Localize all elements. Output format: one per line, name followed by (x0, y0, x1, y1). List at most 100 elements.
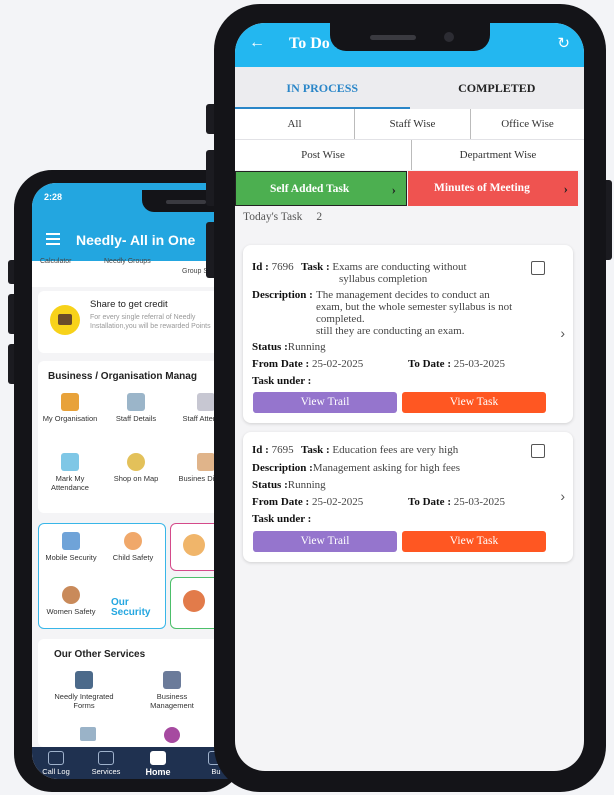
today-task-count: Today's Task 2 (243, 211, 322, 223)
task-title: syllabus completion (339, 273, 428, 285)
tile-label[interactable]: Calculator (40, 258, 72, 265)
tile-label: Needly Integrated Forms (54, 692, 114, 710)
label: Task : (301, 444, 330, 456)
phone-shield-icon (62, 532, 80, 550)
tile-label: Mobile Security (45, 553, 97, 562)
task-card[interactable]: Id : 7695 Task : Education fees are very… (243, 432, 573, 562)
section-title: Business / Organisation Manag (48, 371, 197, 382)
today-count: 2 (316, 211, 323, 223)
label: Id : (252, 444, 269, 456)
tile-mark-attendance[interactable]: Mark My Attendance (42, 453, 98, 492)
label: Status : (252, 479, 288, 491)
tile-mobile-security[interactable]: Mobile Security (39, 532, 103, 562)
status-time: 2:28 (44, 192, 63, 202)
tile-child-safety[interactable]: Child Safety (101, 532, 165, 562)
status-tabs: IN PROCESS COMPLETED (235, 67, 584, 109)
refresh-icon[interactable]: ↻ (557, 34, 570, 52)
security-badge: Our Security (111, 597, 151, 618)
front-phone-screen: ← To Do Task / Event List ↻ IN PROCESS C… (235, 23, 584, 771)
tab-completed[interactable]: COMPLETED (410, 67, 585, 109)
back-arrow-icon[interactable]: ← (249, 34, 265, 52)
button-label: Self Added Task (270, 183, 350, 195)
view-trail-button[interactable]: View Trail (253, 531, 397, 552)
tile-business-management[interactable]: Business Management (134, 671, 210, 710)
tab-in-process[interactable]: IN PROCESS (235, 67, 410, 109)
button-label: Minutes of Meeting (434, 182, 530, 194)
view-task-button[interactable]: View Task (402, 392, 546, 413)
share-title: Share to get credit (90, 299, 168, 310)
filter-staff-wise[interactable]: Staff Wise (355, 109, 471, 139)
tile-label: My Organisation (42, 414, 98, 423)
checklist-icon (197, 393, 215, 411)
filter-row-1: All Staff Wise Office Wise (235, 109, 584, 139)
forms-icon (75, 671, 93, 689)
label: To Date : (408, 496, 451, 508)
action-row: Self Added Task › Minutes of Meeting › (235, 171, 584, 206)
volume-button (206, 150, 214, 206)
from-date: 25-02-2025 (311, 496, 364, 508)
chevron-right-icon[interactable]: › (560, 488, 565, 504)
person-icon (183, 534, 205, 556)
task-description: exam, but the whole semester syllabus is… (316, 301, 513, 313)
tile-staff-details[interactable]: Staff Details (108, 393, 164, 423)
service-icon[interactable] (164, 727, 180, 743)
task-card[interactable]: Id : 7696 Task : Exams are conducting wi… (243, 245, 573, 423)
nav-home[interactable]: Home (138, 751, 178, 777)
woman-icon (62, 586, 80, 604)
filter-all[interactable]: All (235, 109, 355, 139)
task-description: still they are conducting an exam. (316, 325, 465, 337)
volume-button (206, 104, 214, 134)
home-icon (150, 751, 166, 765)
filter-department-wise[interactable]: Department Wise (412, 140, 584, 170)
document-icon[interactable] (531, 444, 545, 458)
task-title: Education fees are very high (332, 444, 459, 456)
tile-label: Child Safety (112, 553, 154, 562)
task-description: Management asking for high fees (312, 462, 461, 474)
tile-integrated-forms[interactable]: Needly Integrated Forms (46, 671, 122, 710)
view-task-button[interactable]: View Task (402, 531, 546, 552)
label: Task under : (252, 513, 312, 525)
tile-my-organisation[interactable]: My Organisation (42, 393, 98, 423)
tile-shop-on-map[interactable]: Shop on Map (108, 453, 164, 483)
filter-row-2: Post Wise Department Wise (235, 140, 584, 170)
label: Task : (301, 261, 330, 273)
minutes-of-meeting-button[interactable]: Minutes of Meeting › (408, 171, 578, 206)
chevron-right-icon[interactable]: › (560, 325, 565, 341)
today-label: Today's Task (243, 211, 303, 223)
security-section: Mobile Security Child Safety Women Safet… (38, 523, 166, 629)
document-icon[interactable] (531, 261, 545, 275)
nav-services[interactable]: Services (86, 751, 126, 776)
front-phone-frame: ← To Do Task / Event List ↻ IN PROCESS C… (206, 4, 612, 792)
menu-icon[interactable] (46, 233, 60, 245)
filter-post-wise[interactable]: Post Wise (235, 140, 412, 170)
label: Description : (252, 289, 313, 301)
camera-icon (444, 32, 454, 42)
document-icon (127, 393, 145, 411)
task-status: Running (287, 479, 326, 491)
filter-office-wise[interactable]: Office Wise (471, 109, 584, 139)
task-id: 7695 (271, 444, 294, 456)
app-title: Needly- All in One (76, 232, 196, 248)
wallet-icon (50, 305, 80, 335)
task-description: The management decides to conduct an (316, 289, 490, 301)
bottom-nav: Call Log Services Home Bu (32, 747, 244, 779)
calendar-icon (61, 453, 79, 471)
view-trail-button[interactable]: View Trail (253, 392, 397, 413)
tile-label[interactable]: Needly Groups (104, 258, 151, 265)
phone-notch (330, 23, 490, 51)
nav-label: Home (145, 767, 171, 777)
label: Task under : (252, 375, 312, 387)
map-pin-icon (127, 453, 145, 471)
nav-call-log[interactable]: Call Log (36, 751, 76, 776)
tile-women-safety[interactable]: Women Safety (39, 586, 103, 616)
to-date: 25-03-2025 (453, 358, 506, 370)
self-added-task-button[interactable]: Self Added Task › (235, 171, 407, 206)
forms-icon[interactable] (80, 727, 96, 741)
volume-button (8, 294, 14, 334)
services-icon (98, 751, 114, 765)
tile-label: Staff Details (115, 414, 157, 423)
label: Id : (252, 261, 269, 273)
chevron-right-icon: › (391, 182, 396, 197)
nav-label: Services (91, 767, 121, 776)
label: Description : (252, 462, 313, 474)
